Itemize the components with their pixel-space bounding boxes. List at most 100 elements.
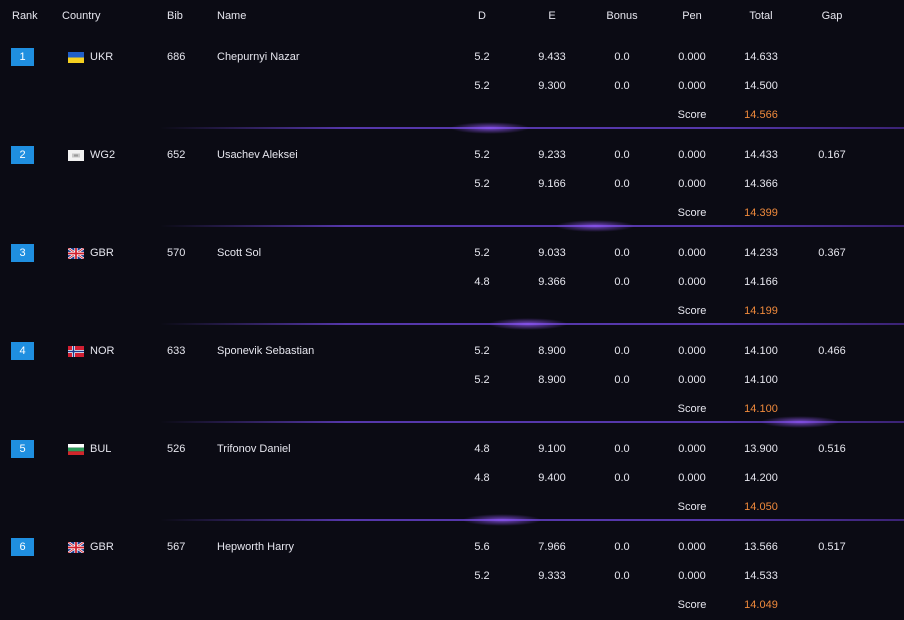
- header-d[interactable]: D: [470, 10, 494, 22]
- country-code: GBR: [90, 541, 114, 553]
- athlete-row[interactable]: 2 WG2 652 Usachev Aleksei 5.2 9.233 0.0 …: [0, 136, 904, 234]
- ukraine-flag-icon: [68, 52, 84, 63]
- athlete-row[interactable]: 5 BUL 526 Trifonov Daniel 4.8 9.100 0.0 …: [0, 430, 904, 528]
- run1-e: 9.433: [538, 51, 566, 63]
- athlete-name[interactable]: Usachev Aleksei: [217, 149, 298, 161]
- run1-d: 5.2: [474, 345, 490, 357]
- athlete-row[interactable]: 1 UKR 686 Chepurnyi Nazar 5.2 9.433 0.0 …: [0, 38, 904, 136]
- divider-glow: [488, 318, 568, 330]
- gap-value: 0.367: [818, 247, 846, 259]
- header-bonus[interactable]: Bonus: [599, 10, 645, 22]
- run1-d: 5.6: [474, 541, 490, 553]
- score-value: 14.566: [744, 109, 778, 121]
- run2-bonus: 0.0: [614, 276, 630, 288]
- score-label: Score: [677, 501, 707, 513]
- rank-badge: 5: [11, 440, 34, 458]
- run1-bonus: 0.0: [614, 247, 630, 259]
- run1-d: 4.8: [474, 443, 490, 455]
- run1-d: 5.2: [474, 149, 490, 161]
- score-value: 14.100: [744, 403, 778, 415]
- header-e[interactable]: E: [531, 10, 573, 22]
- run1-total: 13.566: [744, 541, 778, 553]
- row-divider: [160, 127, 904, 129]
- header-rank[interactable]: Rank: [12, 10, 38, 22]
- divider-glow: [555, 220, 635, 232]
- run2-d: 4.8: [474, 472, 490, 484]
- bib-number: 652: [167, 149, 186, 161]
- run1-total: 14.100: [744, 345, 778, 357]
- header-country[interactable]: Country: [62, 10, 101, 22]
- bulgaria-flag-icon: [68, 444, 84, 455]
- bib-number: 686: [167, 51, 186, 63]
- uk-flag-icon: [68, 542, 84, 553]
- run2-e: 8.900: [538, 374, 566, 386]
- rank-badge: 3: [11, 244, 34, 262]
- run2-d: 5.2: [474, 80, 490, 92]
- run1-bonus: 0.0: [614, 541, 630, 553]
- run2-total: 14.166: [744, 276, 778, 288]
- rank-badge: 2: [11, 146, 34, 164]
- score-label: Score: [677, 207, 707, 219]
- country-code: GBR: [90, 247, 114, 259]
- country-code: NOR: [90, 345, 115, 357]
- run1-pen: 0.000: [678, 247, 706, 259]
- country-code: UKR: [90, 51, 114, 63]
- athlete-name[interactable]: Hepworth Harry: [217, 541, 294, 553]
- rank-badge: 6: [11, 538, 34, 556]
- gap-value: 0.517: [818, 541, 846, 553]
- divider-glow: [760, 416, 840, 428]
- score-value: 14.199: [744, 305, 778, 317]
- run1-pen: 0.000: [678, 51, 706, 63]
- athlete-name[interactable]: Sponevik Sebastian: [217, 345, 314, 357]
- bib-number: 633: [167, 345, 186, 357]
- run2-e: 9.366: [538, 276, 566, 288]
- run1-total: 14.633: [744, 51, 778, 63]
- run2-pen: 0.000: [678, 374, 706, 386]
- run1-d: 5.2: [474, 51, 490, 63]
- run2-pen: 0.000: [678, 276, 706, 288]
- athlete-name[interactable]: Chepurnyi Nazar: [217, 51, 300, 63]
- header-bib[interactable]: Bib: [167, 10, 183, 22]
- gap-value: 0.466: [818, 345, 846, 357]
- run2-bonus: 0.0: [614, 472, 630, 484]
- run1-pen: 0.000: [678, 443, 706, 455]
- row-divider: [160, 225, 904, 227]
- header-total[interactable]: Total: [738, 10, 784, 22]
- gap-value: 0.516: [818, 443, 846, 455]
- run2-bonus: 0.0: [614, 178, 630, 190]
- athlete-name[interactable]: Scott Sol: [217, 247, 261, 259]
- score-value: 14.050: [744, 501, 778, 513]
- run2-bonus: 0.0: [614, 570, 630, 582]
- athlete-row[interactable]: 6 GBR 567 Hepworth Harry 5.6 7.966 0.0 0…: [0, 528, 904, 620]
- rank-badge: 1: [11, 48, 34, 66]
- run1-e: 8.900: [538, 345, 566, 357]
- run2-total: 14.366: [744, 178, 778, 190]
- divider-glow: [462, 514, 542, 526]
- bib-number: 570: [167, 247, 186, 259]
- run1-e: 9.033: [538, 247, 566, 259]
- run2-total: 14.533: [744, 570, 778, 582]
- score-value: 14.399: [744, 207, 778, 219]
- header-name[interactable]: Name: [217, 10, 246, 22]
- score-value: 14.049: [744, 599, 778, 611]
- run2-pen: 0.000: [678, 80, 706, 92]
- score-label: Score: [677, 109, 707, 121]
- athlete-row[interactable]: 4 NOR 633 Sponevik Sebastian 5.2 8.900 0…: [0, 332, 904, 430]
- run2-bonus: 0.0: [614, 374, 630, 386]
- run2-total: 14.200: [744, 472, 778, 484]
- athlete-name[interactable]: Trifonov Daniel: [217, 443, 291, 455]
- norway-flag-icon: [68, 346, 84, 357]
- table-header: Rank Country Bib Name D E Bonus Pen Tota…: [0, 0, 904, 32]
- header-gap[interactable]: Gap: [812, 10, 852, 22]
- header-pen[interactable]: Pen: [670, 10, 714, 22]
- run2-total: 14.500: [744, 80, 778, 92]
- run2-e: 9.333: [538, 570, 566, 582]
- run1-bonus: 0.0: [614, 51, 630, 63]
- run1-e: 9.233: [538, 149, 566, 161]
- country-code: WG2: [90, 149, 116, 161]
- run1-pen: 0.000: [678, 149, 706, 161]
- run1-total: 14.433: [744, 149, 778, 161]
- run2-e: 9.400: [538, 472, 566, 484]
- run2-pen: 0.000: [678, 472, 706, 484]
- athlete-row[interactable]: 3 GBR 570 Scott Sol 5.2 9.033 0.0 0.000 …: [0, 234, 904, 332]
